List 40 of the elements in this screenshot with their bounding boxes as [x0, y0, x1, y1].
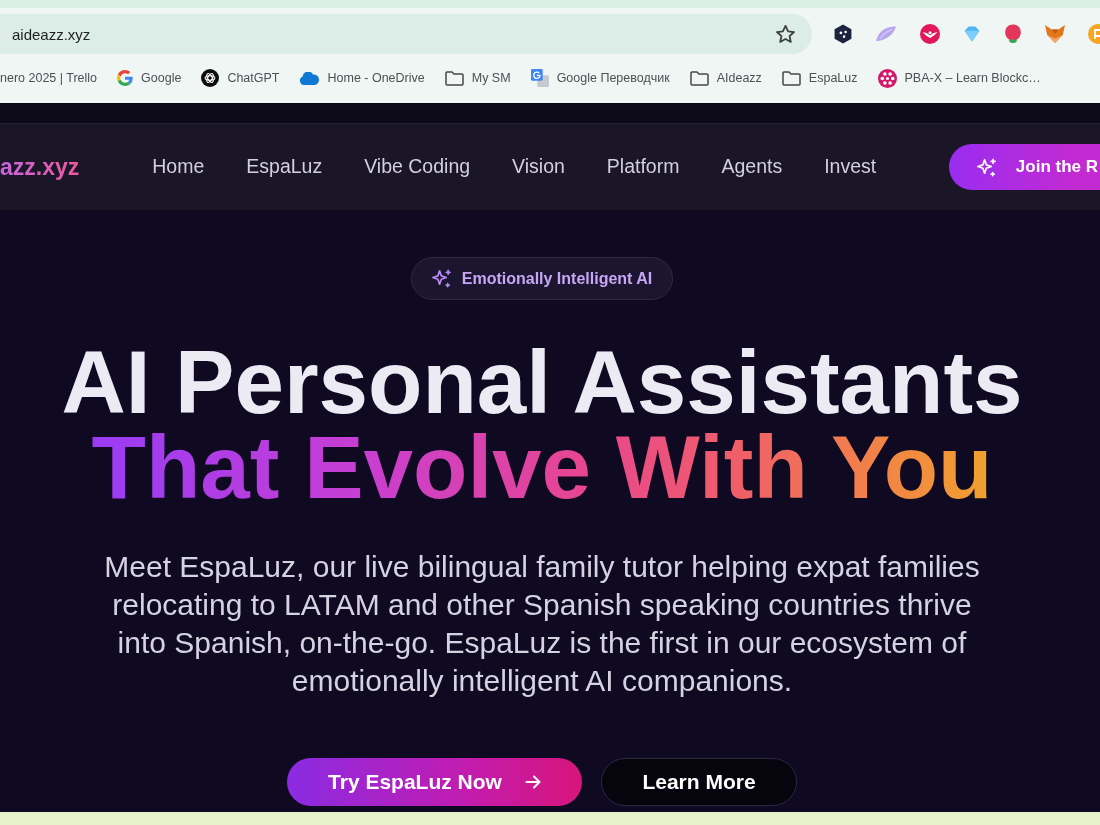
cloud-icon: [299, 71, 320, 85]
sparkle-icon: [431, 269, 451, 288]
nav-link[interactable]: Platform: [606, 152, 680, 182]
nav-link[interactable]: Vision: [512, 152, 565, 182]
nav-link[interactable]: Invest: [824, 152, 877, 182]
bookmark-link[interactable]: AIdeazz: [689, 68, 762, 88]
join-button[interactable]: Join the R: [948, 144, 1100, 190]
headline: AI Personal Assistants: [61, 340, 1023, 425]
flower-icon: [877, 68, 897, 88]
nav-link[interactable]: Agents: [721, 152, 783, 182]
bookmark-link[interactable]: ChatGPT: [201, 68, 280, 88]
folder-icon: [444, 70, 464, 86]
diamond-icon[interactable]: [963, 26, 981, 42]
learn-more-button[interactable]: Learn More: [601, 758, 797, 806]
knot-icon: [201, 69, 220, 87]
star-icon[interactable]: [776, 25, 795, 43]
hexagon-icon[interactable]: [834, 24, 852, 44]
fox-icon[interactable]: [1045, 25, 1065, 43]
sparkle-icon: [976, 157, 996, 177]
bookmark-link[interactable]: My SM: [444, 68, 511, 88]
translate-icon: [530, 69, 549, 87]
bookmark-link[interactable]: nero 2025 | Trello: [0, 68, 98, 88]
nav-link[interactable]: Home: [152, 152, 205, 182]
arrow-icon: [524, 775, 541, 789]
address-field[interactable]: aideazz.xyz: [0, 14, 812, 54]
g-logo-icon: [117, 70, 134, 86]
bookmark-link[interactable]: Home - OneDrive: [299, 68, 425, 88]
bookmark-link[interactable]: EspaLuz: [781, 68, 858, 88]
description-text: Meet EspaLuz, our live bilingual family tutor helping expat families relocating to LATAM and other Spanish speaking countries thrive into Spanish, on-the-go. EspaLuz is the first in our ecosystem of emotionally intelligent AI companions.: [103, 549, 981, 699]
fruit-icon[interactable]: [1004, 24, 1022, 44]
bookmark-link[interactable]: Google: [117, 68, 182, 88]
badge-label: Emotionally Intelligent AI: [461, 268, 653, 289]
bird-icon[interactable]: [920, 24, 940, 44]
folder-icon: [689, 70, 709, 86]
bookmark-link[interactable]: PBA-X – Learn Blockc…: [877, 68, 1041, 88]
bookmark-link[interactable]: Google Переводчик: [530, 68, 670, 88]
folder-icon: [781, 70, 801, 86]
try-now-button[interactable]: Try EspaLuz Now: [287, 758, 582, 806]
nav-link[interactable]: EspaLuz: [246, 152, 323, 182]
nav-link[interactable]: Vibe Coding: [364, 152, 471, 182]
